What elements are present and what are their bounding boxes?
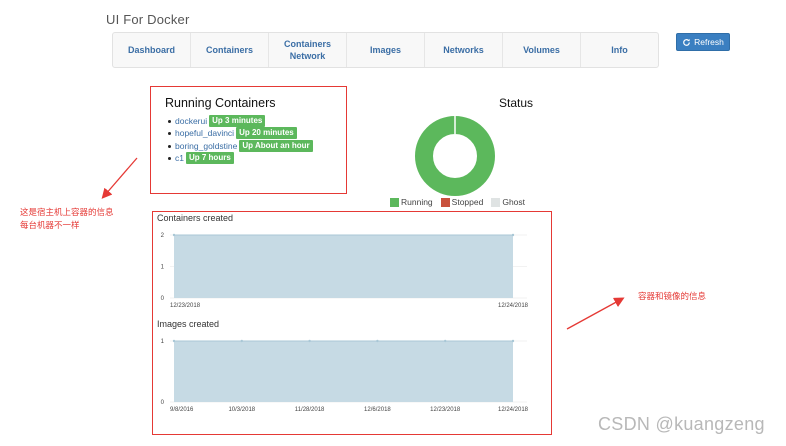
watermark: CSDN @kuangzeng xyxy=(598,414,765,434)
annotation-arrows xyxy=(101,157,625,330)
arrow-to-charts xyxy=(566,297,625,330)
arrow-to-running xyxy=(101,157,138,199)
